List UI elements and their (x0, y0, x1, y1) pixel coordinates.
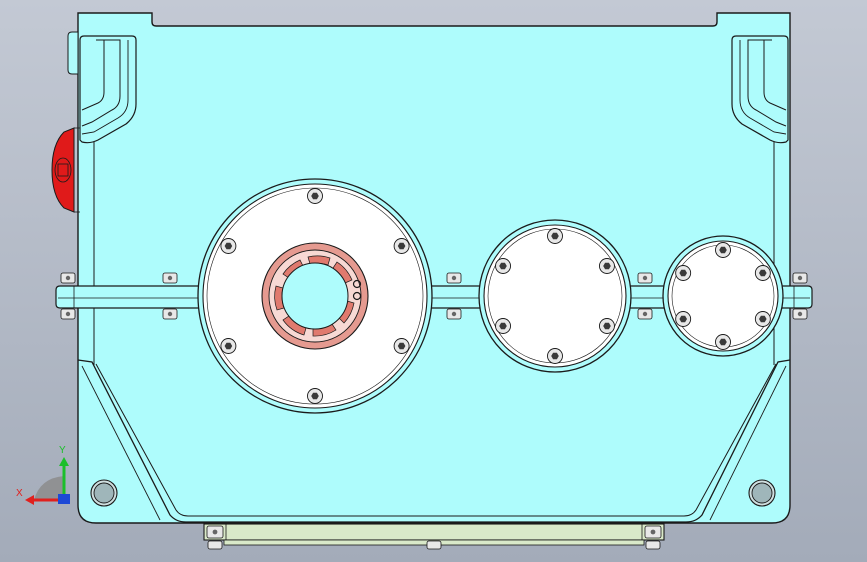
flange-bolt (446, 272, 462, 284)
rail-bolt (426, 540, 442, 550)
cover-bolt (599, 258, 615, 274)
flange-bolt (60, 308, 76, 320)
rail-bolt (206, 525, 224, 539)
flange-bolt (446, 308, 462, 320)
cover-bolt (754, 265, 771, 281)
cover-bolt (495, 318, 511, 334)
z-axis-marker (58, 494, 70, 504)
left-side-boss (67, 31, 79, 75)
housing-top-flange (151, 13, 718, 27)
mounting-hole-left (90, 479, 118, 507)
cover-bolt (547, 228, 563, 244)
cover-bolt (675, 311, 692, 327)
flange-bolt (162, 272, 178, 284)
cover-bolt (393, 238, 410, 254)
rail-bolt (207, 540, 223, 550)
cover-bolt (220, 338, 237, 354)
flange-bolt (637, 308, 653, 320)
cover-bolt (547, 348, 563, 364)
flange-bolt (792, 308, 808, 320)
x-axis-label: X (16, 488, 23, 499)
rail-bolt (644, 525, 662, 539)
output-shaft-seal[interactable] (261, 242, 369, 350)
gearbox-drawing[interactable]: X Y (0, 0, 867, 562)
cover-bolt (754, 311, 771, 327)
flange-bolt (792, 272, 808, 284)
cad-viewport[interactable]: X Y (0, 0, 867, 562)
cover-bolt (715, 242, 731, 258)
cover-bolt (307, 388, 323, 404)
y-axis-label: Y (59, 445, 66, 456)
flange-bolt (60, 272, 76, 284)
cover-bolt (220, 238, 237, 254)
flange-bolt (637, 272, 653, 284)
cover-bolt (675, 265, 692, 281)
rail-bolt (645, 540, 661, 550)
coordinate-triad[interactable]: X Y (16, 445, 70, 505)
cover-bolt (307, 188, 323, 204)
cover-bolt (715, 334, 731, 350)
red-drain-plug[interactable] (51, 127, 80, 213)
mounting-hole-right (748, 479, 776, 507)
flange-bolt (162, 308, 178, 320)
output-bearing-cover[interactable] (197, 178, 433, 414)
cover-bolt (393, 338, 410, 354)
cover-bolt (599, 318, 615, 334)
cover-bolt (495, 258, 511, 274)
